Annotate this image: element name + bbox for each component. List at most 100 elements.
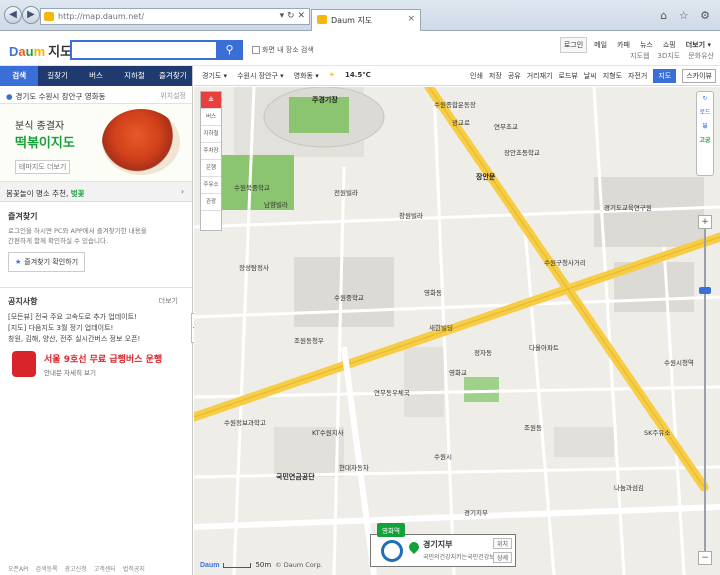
- zoom-track[interactable]: [704, 215, 706, 565]
- theme-map-more-button[interactable]: 테마지도 더보기: [15, 160, 71, 174]
- layer-gas-button[interactable]: 주유소: [201, 177, 221, 194]
- notice-more-link[interactable]: 더보기: [159, 296, 178, 306]
- login-button[interactable]: 로그인: [559, 37, 588, 53]
- area-search-checkbox[interactable]: 화면 내 장소 검색: [252, 45, 314, 55]
- spring-recommend-link[interactable]: 봄꽃놀이 명소 추천, 벚꽃 ›: [0, 182, 192, 202]
- map-label[interactable]: 수원중학교: [334, 292, 364, 302]
- map-label[interactable]: 새한빌딩: [429, 322, 453, 332]
- zoom-slider[interactable]: + −: [698, 215, 712, 565]
- map-label[interactable]: 연무초교: [494, 121, 518, 131]
- theme-map-banner[interactable]: 분식 종결자 떡볶이지도 테마지도 더보기: [0, 104, 192, 182]
- forward-button[interactable]: ▶: [22, 6, 40, 24]
- roadview-button[interactable]: 로드뷰: [697, 106, 713, 130]
- tab-bus[interactable]: 버스: [77, 66, 115, 86]
- refresh-icon[interactable]: ↻: [697, 92, 713, 106]
- footer-link-support[interactable]: 고객센터: [94, 564, 116, 573]
- zoom-handle[interactable]: [699, 287, 711, 294]
- map-label[interactable]: 영화동: [424, 287, 442, 297]
- map-label[interactable]: 장안문: [476, 172, 495, 182]
- place-popup[interactable]: 영화역 경기지부 국민의건강지키는국민건강보험 위치 상세: [370, 523, 516, 567]
- tab-directions[interactable]: 길찾기: [38, 66, 76, 86]
- tool-save[interactable]: 저장: [489, 71, 502, 81]
- map-label[interactable]: 전원빌라: [334, 187, 358, 197]
- address-tools[interactable]: ▾ ↻ ✕: [280, 11, 305, 21]
- address-bar[interactable]: http://map.daum.net/ ▾ ↻ ✕: [40, 8, 310, 25]
- map-canvas[interactable]: 주경기장 수원종합운동장 연무초교 수원북중학교 전원빌라 창원빌라 남향빌라 …: [194, 87, 720, 575]
- skyview-button[interactable]: 스카이뷰: [682, 69, 716, 83]
- map-label[interactable]: 영화교: [449, 367, 467, 377]
- tab-subway[interactable]: 지하철: [115, 66, 153, 86]
- layer-parking-button[interactable]: 주차장: [201, 143, 221, 160]
- address-url[interactable]: http://map.daum.net/: [58, 12, 144, 21]
- map-label[interactable]: 현대자동차: [339, 462, 369, 472]
- checkbox-box[interactable]: [252, 46, 260, 54]
- layer-bank-button[interactable]: 은행: [201, 160, 221, 177]
- map-label[interactable]: 장안초등학교: [504, 147, 540, 157]
- map-label[interactable]: 나눔과섬김: [614, 482, 644, 492]
- map-label[interactable]: KT수원지사: [312, 427, 344, 437]
- region-select-city[interactable]: 수원시 장안구 ▾: [237, 71, 284, 81]
- layer-bus-button[interactable]: 버스: [201, 109, 221, 126]
- tab-favorites[interactable]: 즐겨찾기: [154, 66, 192, 86]
- express-bus-ad[interactable]: 서울 9호선 무료 급행버스 운행 안내문 자세히 보기: [8, 348, 178, 382]
- place-name[interactable]: 경기지부: [423, 539, 452, 550]
- tool-bicycle[interactable]: 자전거: [628, 71, 647, 81]
- tool-roadview[interactable]: 로드뷰: [558, 71, 577, 81]
- map-label[interactable]: 장성탐정사: [239, 262, 269, 272]
- popup-location-button[interactable]: 위치: [492, 538, 512, 549]
- top-link-news[interactable]: 뉴스: [637, 38, 656, 52]
- zoom-in-button[interactable]: +: [698, 215, 712, 229]
- map-label[interactable]: 경기도교육연구원: [604, 202, 652, 212]
- zoom-out-button[interactable]: −: [698, 551, 712, 565]
- map-label[interactable]: 주경기장: [312, 95, 338, 105]
- map-label[interactable]: 조원동청우: [294, 335, 324, 345]
- notice-item[interactable]: 창원, 김해, 양산, 전주 실시간버스 정보 오픈!: [8, 334, 184, 345]
- footer-link-openapi[interactable]: 오픈API: [8, 564, 29, 573]
- map-label[interactable]: 경기지부: [464, 507, 488, 517]
- tool-weather[interactable]: 날씨: [584, 71, 597, 81]
- sub-link-heritage[interactable]: 문화유산: [688, 51, 714, 61]
- layer-subway-button[interactable]: 지하철: [201, 126, 221, 143]
- sub-link-mapweb[interactable]: 지도웹: [630, 51, 649, 61]
- favorites-check-button[interactable]: ★ 즐겨찾기 확인하기: [8, 252, 86, 272]
- home-icon[interactable]: ⌂: [697, 120, 713, 134]
- sub-link-3dmap[interactable]: 3D지도: [658, 51, 681, 61]
- footer-link-register[interactable]: 검색등록: [36, 564, 58, 573]
- footer-link-ads[interactable]: 광고신청: [65, 564, 87, 573]
- top-link-shopping[interactable]: 쇼핑: [660, 38, 679, 52]
- footer-link-legal[interactable]: 법적공지: [123, 564, 145, 573]
- map-label[interactable]: 수원시청역: [664, 357, 694, 367]
- daum-map-logo[interactable]: Daum 지도: [9, 41, 72, 60]
- location-set-link[interactable]: 위치설정: [160, 91, 186, 101]
- region-select-province[interactable]: 경기도 ▾: [202, 71, 227, 81]
- top-link-cafe[interactable]: 카페: [614, 38, 633, 52]
- tool-measure[interactable]: 거리재기: [527, 71, 553, 81]
- notice-item[interactable]: [모든뷰] 전국 주요 고속도로 추가 업데이트!: [8, 312, 184, 323]
- region-select-dong[interactable]: 영화동 ▾: [294, 71, 319, 81]
- map-label[interactable]: 수원종합운동장: [434, 99, 476, 109]
- map-label[interactable]: 수원북중학교: [234, 182, 270, 192]
- map-label[interactable]: 광교로: [452, 117, 470, 127]
- tab-close-icon[interactable]: ×: [407, 14, 415, 24]
- map-type-button[interactable]: 지도: [653, 69, 677, 83]
- map-label[interactable]: SK주유소: [644, 427, 670, 437]
- palace-button[interactable]: 고궁: [697, 134, 713, 148]
- map-label[interactable]: 수원구청사거리: [544, 257, 586, 267]
- notice-item[interactable]: [지도] 다음지도 3월 정기 업데이트!: [8, 323, 184, 334]
- search-button[interactable]: ⚲: [216, 40, 243, 60]
- map-label[interactable]: 연무동우체국: [374, 387, 410, 397]
- map-label[interactable]: 수원시: [434, 451, 452, 461]
- tool-share[interactable]: 공유: [508, 71, 521, 81]
- top-link-mail[interactable]: 메일: [591, 38, 610, 52]
- map-label[interactable]: 다올아파트: [529, 342, 559, 352]
- map-label[interactable]: 창원빌라: [399, 210, 423, 220]
- browser-tab[interactable]: Daum 지도 ×: [311, 9, 421, 31]
- search-input[interactable]: [70, 40, 218, 60]
- popup-detail-button[interactable]: 상세: [492, 552, 512, 563]
- map-label[interactable]: 조원동: [524, 422, 542, 432]
- tab-search[interactable]: 검색: [0, 66, 39, 86]
- tool-print[interactable]: 인쇄: [470, 71, 483, 81]
- layer-show-button[interactable]: 쇼: [201, 92, 221, 109]
- top-link-more[interactable]: 더보기 ▾: [683, 38, 714, 52]
- layer-tour-button[interactable]: 관광: [201, 194, 221, 211]
